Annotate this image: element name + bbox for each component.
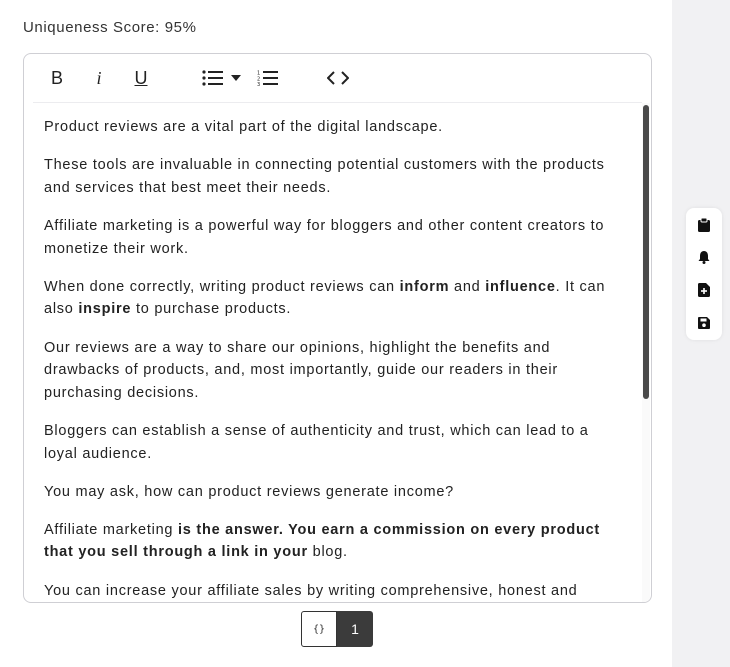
text-run: Product reviews are a vital part of the … bbox=[44, 119, 443, 135]
text-run: When done correctly, writing product rev… bbox=[44, 278, 400, 295]
content-paragraph: These tools are invaluable in connecting… bbox=[44, 154, 619, 199]
content-paragraph: You may ask, how can product reviews gen… bbox=[44, 481, 619, 504]
pagination: {} 1 bbox=[301, 611, 373, 647]
text-run: You can increase your affiliate sales by… bbox=[44, 582, 578, 599]
scrollbar[interactable] bbox=[642, 103, 650, 602]
code-icon[interactable] bbox=[325, 64, 351, 92]
content-paragraph: When done correctly, writing product rev… bbox=[44, 276, 619, 321]
content-paragraph: Our reviews are a way to share our opini… bbox=[44, 337, 619, 405]
json-view-button[interactable]: {} bbox=[301, 611, 337, 647]
ordered-list-icon[interactable]: 1 2 3 bbox=[255, 64, 281, 92]
text-run: Affiliate marketing bbox=[44, 521, 179, 538]
editor-toolbar: B i U 1 2 3 bbox=[33, 54, 642, 103]
text-run: and bbox=[449, 278, 486, 295]
text-run: Bloggers can establish a sense of authen… bbox=[44, 422, 589, 462]
save-icon[interactable] bbox=[697, 316, 711, 330]
scrollbar-thumb[interactable] bbox=[643, 105, 649, 399]
text-run: to purchase products. bbox=[131, 301, 292, 318]
underline-button[interactable]: U bbox=[131, 64, 151, 92]
content-paragraph: Affiliate marketing is a powerful way fo… bbox=[44, 215, 619, 260]
editor-content[interactable]: Product reviews are a vital part of the … bbox=[44, 116, 619, 602]
page-button-current[interactable]: 1 bbox=[337, 611, 373, 647]
text-run: Affiliate marketing is a powerful way fo… bbox=[44, 217, 605, 257]
text-run: blog. bbox=[307, 544, 348, 561]
uniqueness-score: Uniqueness Score: 95% bbox=[23, 19, 197, 36]
bold-text: inspire bbox=[78, 301, 132, 318]
clipboard-icon[interactable] bbox=[697, 218, 711, 232]
text-run: Our reviews are a way to share our opini… bbox=[44, 339, 558, 401]
italic-button[interactable]: i bbox=[89, 64, 109, 92]
chevron-down-icon[interactable] bbox=[229, 64, 243, 92]
content-paragraph: Bloggers can establish a sense of authen… bbox=[44, 420, 619, 465]
content-paragraph: Product reviews are a vital part of the … bbox=[44, 116, 619, 139]
bell-icon[interactable] bbox=[697, 250, 711, 264]
bold-text: inform bbox=[399, 278, 450, 295]
rich-text-editor[interactable]: B i U 1 2 3 Product reviews are a vital … bbox=[23, 53, 652, 603]
bold-text: influence bbox=[485, 278, 556, 295]
bold-button[interactable]: B bbox=[47, 64, 67, 92]
file-add-icon[interactable] bbox=[697, 283, 711, 297]
content-paragraph: Affiliate marketing is the answer. You e… bbox=[44, 519, 619, 564]
svg-text:3: 3 bbox=[257, 82, 260, 86]
content-paragraph: You can increase your affiliate sales by… bbox=[44, 580, 619, 602]
bullet-list-icon[interactable] bbox=[199, 64, 227, 92]
text-run: These tools are invaluable in connecting… bbox=[44, 157, 605, 196]
side-action-bar bbox=[686, 208, 722, 340]
text-run: You may ask, how can product reviews gen… bbox=[44, 483, 454, 500]
